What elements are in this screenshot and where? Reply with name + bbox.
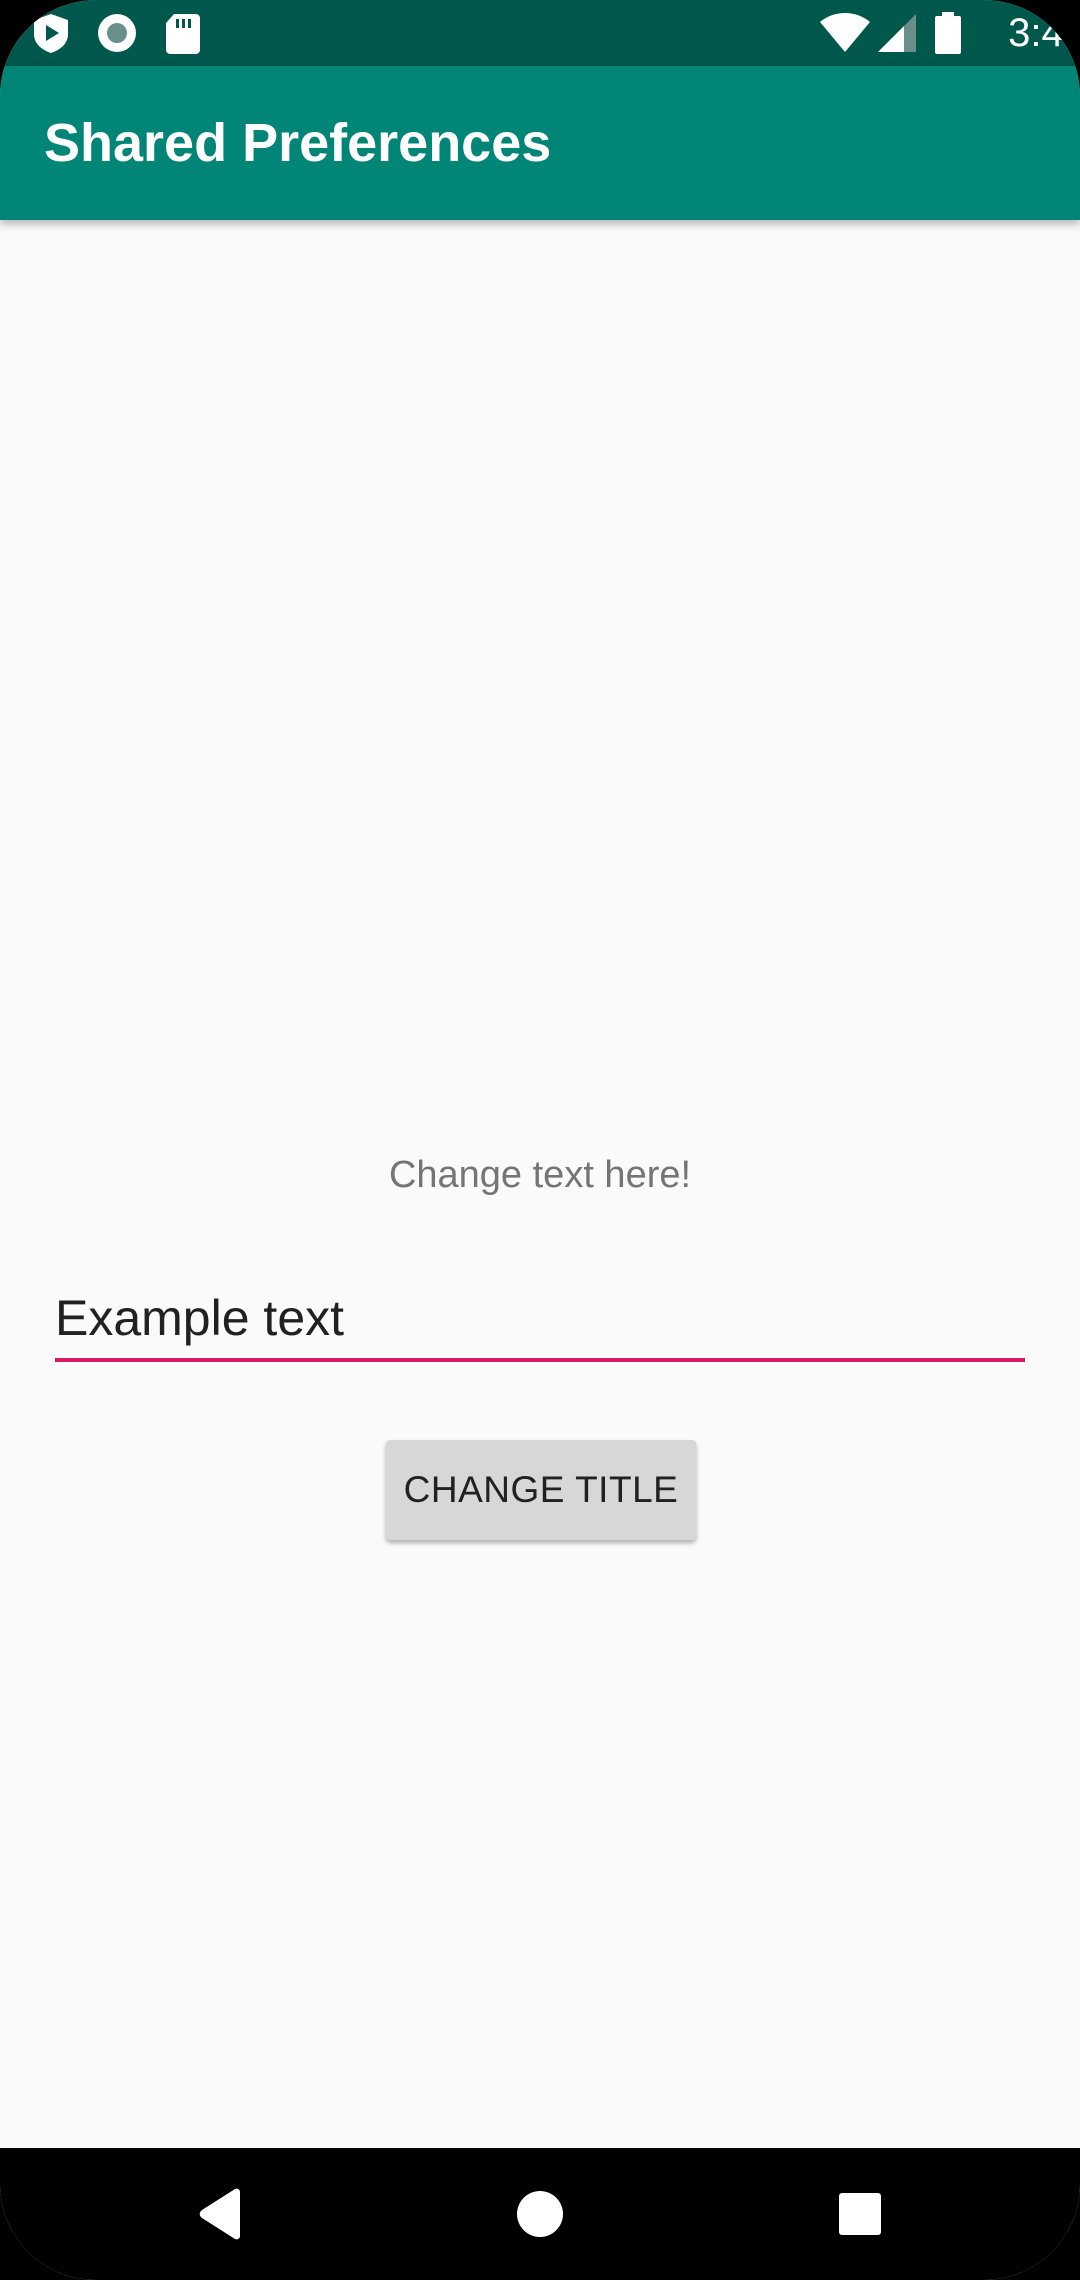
shield-play-icon (34, 14, 68, 53)
app-bar: Shared Preferences (0, 66, 1080, 220)
change-text-label: Change text here! (388, 1154, 692, 1196)
wifi-icon (820, 13, 870, 52)
home-icon[interactable] (500, 2174, 580, 2254)
signal-icon (878, 14, 916, 52)
title-input[interactable] (55, 1278, 1025, 1358)
text-field[interactable] (55, 1278, 1025, 1362)
status-bar: 3:47 (0, 0, 1080, 66)
change-title-button[interactable]: CHANGE TITLE (386, 1440, 696, 1540)
app-title: Shared Preferences (44, 113, 552, 173)
phone-screen: 3:47 Shared Preferences Change text here… (0, 0, 1080, 2280)
battery-icon (935, 12, 961, 54)
status-time: 3:47 (1008, 11, 1080, 55)
record-circle-icon (98, 14, 136, 52)
recents-icon[interactable] (820, 2174, 900, 2254)
main-content: Change text here! CHANGE TITLE (0, 220, 1080, 2148)
navigation-bar (0, 2148, 1080, 2280)
back-icon[interactable] (180, 2174, 260, 2254)
sd-card-icon (166, 14, 200, 54)
